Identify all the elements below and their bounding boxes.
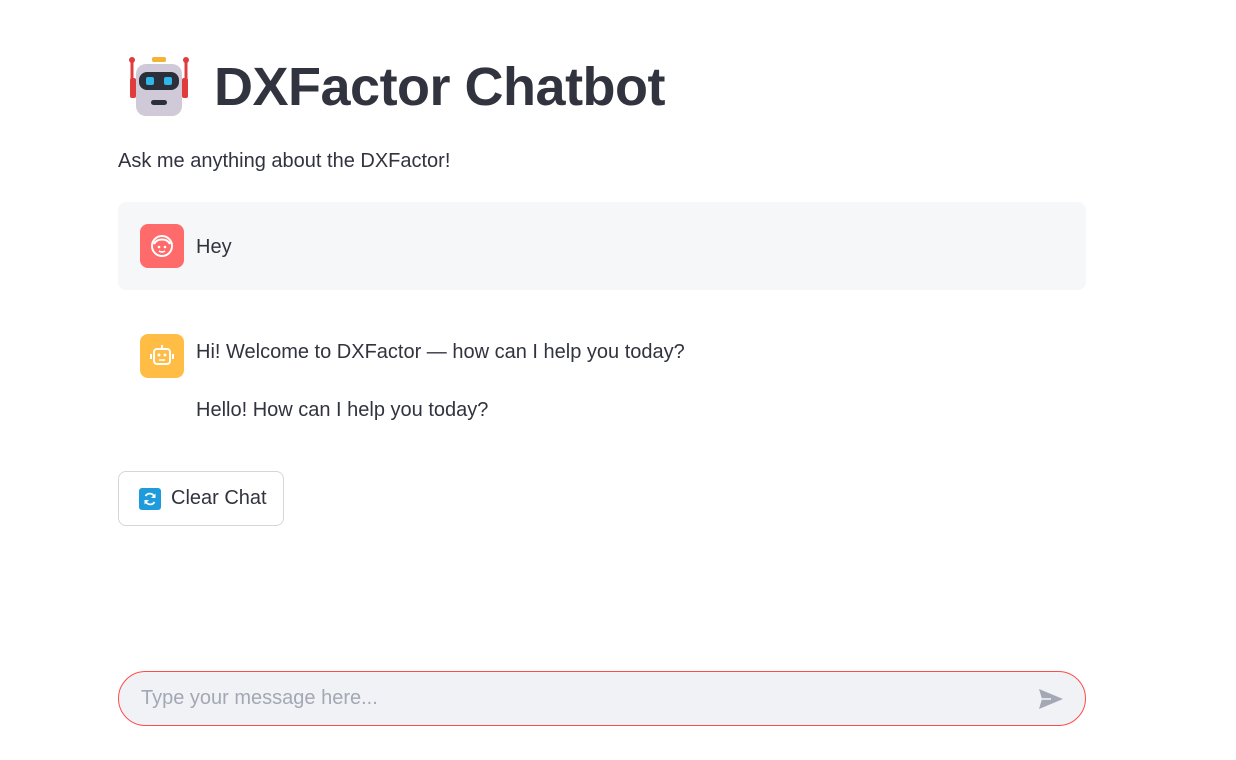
chat-message-assistant: Hi! Welcome to DXFactor — how can I help… (118, 312, 1086, 446)
chat-message-user: Hey (118, 202, 1086, 290)
page-title: DXFactor Chatbot (214, 57, 666, 117)
message-paragraph: Hello! How can I help you today? (196, 399, 489, 421)
message-content: Hey (196, 224, 232, 261)
clear-chat-label: Clear Chat (171, 487, 267, 509)
robot-face-icon (150, 345, 174, 365)
page-subtitle: Ask me anything about the DXFactor! (118, 150, 451, 172)
assistant-avatar (140, 334, 184, 378)
page-header: DXFactor Chatbot (126, 54, 666, 120)
send-button[interactable] (1031, 679, 1071, 719)
user-face-icon (151, 235, 173, 257)
chat-input[interactable] (119, 672, 1031, 725)
refresh-icon (139, 487, 161, 510)
send-icon (1039, 688, 1063, 709)
clear-chat-button[interactable]: Clear Chat (118, 471, 284, 526)
message-paragraph: Hi! Welcome to DXFactor — how can I help… (196, 341, 685, 363)
user-avatar (140, 224, 184, 268)
chat-app: DXFactor Chatbot Ask me anything about t… (0, 0, 1236, 760)
message-content: Hi! Welcome to DXFactor — how can I help… (196, 334, 685, 424)
message-paragraph: Hey (196, 236, 232, 258)
chat-input-container (118, 671, 1086, 726)
robot-icon (129, 57, 189, 116)
